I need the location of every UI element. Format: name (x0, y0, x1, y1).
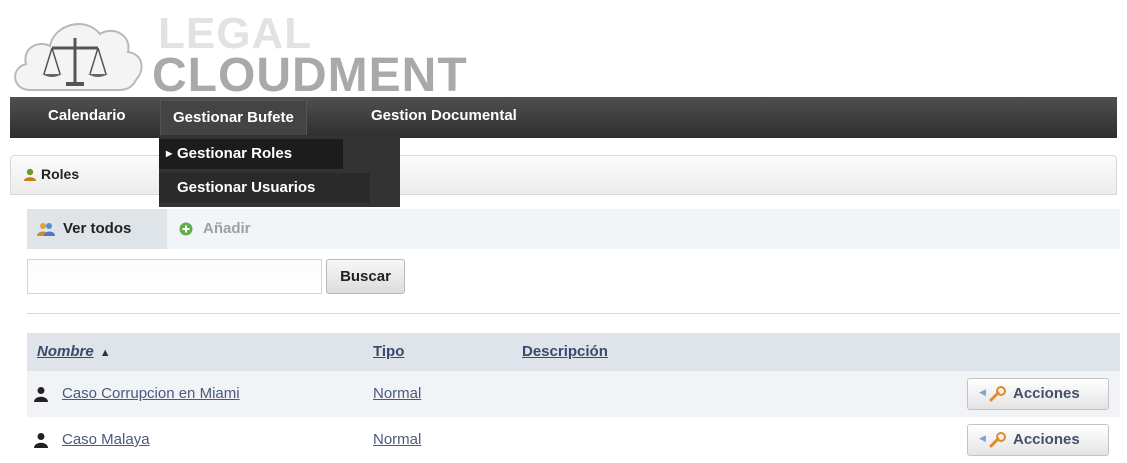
role-name-link[interactable]: Caso Corrupcion en Miami (62, 385, 240, 402)
logo-line2: CLOUDMENT (152, 49, 468, 102)
nav-item-gestion-documental[interactable]: Gestion Documental (359, 97, 529, 138)
logo: LEGAL CLOUDMENT (8, 8, 488, 102)
tab-ver-todos[interactable]: Ver todos (27, 209, 167, 249)
main-navbar: Calendario Gestionar Bufete Gestion Docu… (10, 97, 1117, 138)
column-header-descripcion[interactable]: Descripción (522, 343, 608, 360)
nav-item-gestionar-bufete[interactable]: Gestionar Bufete (160, 100, 307, 138)
user-group-icon (23, 168, 37, 185)
caret-left-icon: ◀ (979, 387, 986, 397)
column-header-tipo[interactable]: Tipo (373, 343, 404, 360)
acciones-button[interactable]: ◀ Acciones (967, 424, 1109, 456)
acciones-label: Acciones (1013, 431, 1080, 448)
role-type-link[interactable]: Normal (373, 385, 421, 402)
tab-label: Ver todos (63, 220, 132, 237)
table-header: Nombre ▲ Tipo Descripción (27, 333, 1120, 371)
nav-item-calendario[interactable]: Calendario (36, 97, 138, 138)
divider (27, 313, 1120, 314)
column-header-nombre[interactable]: Nombre ▲ (37, 343, 111, 360)
user-icon (33, 432, 49, 451)
role-name-link[interactable]: Caso Malaya (62, 431, 150, 448)
tab-label: Añadir (203, 220, 251, 237)
menu-item-gestionar-usuarios[interactable]: Gestionar Usuarios (159, 173, 370, 203)
table-row: Caso Corrupcion en Miami Normal ◀ Accion… (27, 371, 1120, 417)
column-header-label: Nombre (37, 343, 94, 360)
tabs-row: Ver todos Añadir (27, 209, 1120, 249)
acciones-button[interactable]: ◀ Acciones (967, 378, 1109, 410)
wrench-icon (989, 386, 1007, 405)
users-icon (37, 221, 55, 240)
table-row: Caso Malaya Normal ◀ Acciones (27, 417, 1120, 463)
add-circle-icon (179, 222, 193, 239)
menu-item-label: Gestionar Usuarios (177, 179, 316, 196)
cloud-scales-logo-icon (14, 23, 143, 91)
caret-left-icon: ◀ (979, 433, 986, 443)
sort-asc-icon: ▲ (99, 347, 111, 359)
role-type-link[interactable]: Normal (373, 431, 421, 448)
user-icon (33, 386, 49, 405)
wrench-icon (989, 432, 1007, 451)
search-input[interactable] (27, 259, 322, 294)
search-button[interactable]: Buscar (326, 259, 405, 294)
menu-item-label: Gestionar Roles (177, 145, 293, 162)
menu-arrow-icon: ▶ (166, 149, 173, 158)
nav-dropdown-menu: ▶ Gestionar Roles Gestionar Usuarios (159, 135, 400, 207)
menu-item-gestionar-roles[interactable]: ▶ Gestionar Roles (159, 139, 343, 169)
panel-title: Roles (41, 166, 80, 182)
acciones-label: Acciones (1013, 385, 1080, 402)
